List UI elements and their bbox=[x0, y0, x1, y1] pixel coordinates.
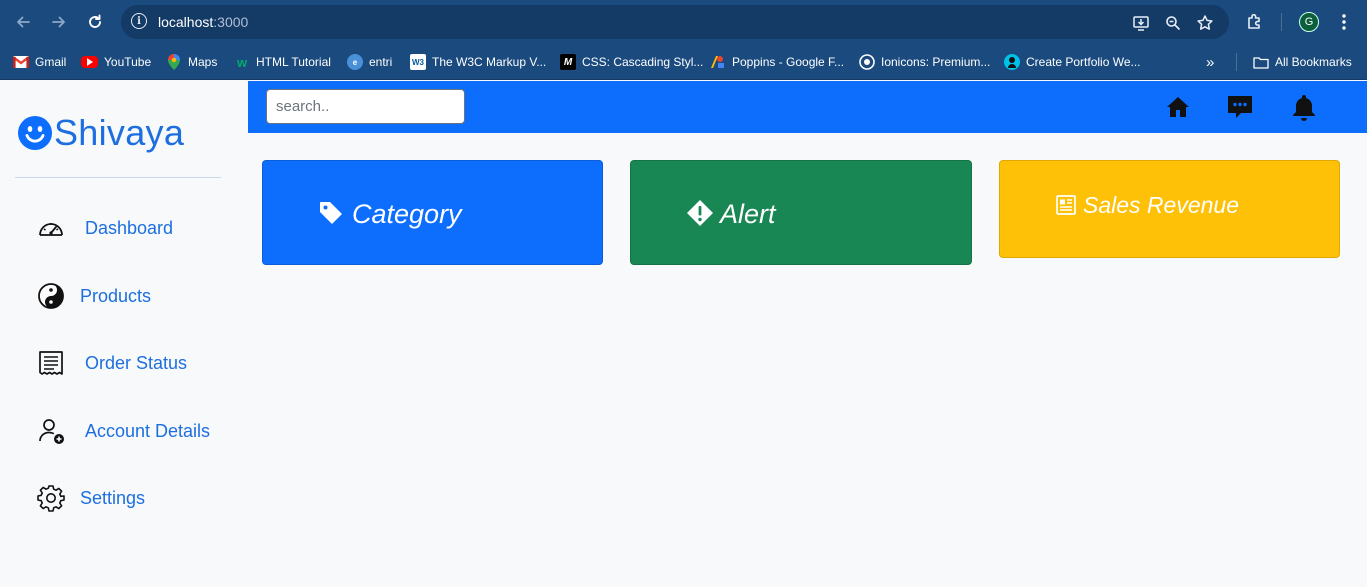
sidebar-item-dashboard[interactable]: Dashboard bbox=[36, 213, 173, 243]
back-button[interactable] bbox=[10, 9, 36, 35]
sidebar-label-dashboard: Dashboard bbox=[85, 217, 174, 238]
alert-diamond-icon bbox=[686, 199, 714, 227]
bookmark-maps[interactable]: Maps bbox=[166, 52, 217, 72]
sidebar-item-account-details[interactable]: Account Details bbox=[36, 416, 210, 446]
yin-yang-icon bbox=[38, 283, 64, 309]
address-url[interactable]: localhost:3000 bbox=[158, 14, 248, 30]
bell-icon[interactable] bbox=[1290, 93, 1318, 121]
google-fonts-icon bbox=[710, 54, 726, 70]
toolbar-separator bbox=[1281, 13, 1282, 31]
bookmark-ionicons[interactable]: Ionicons: Premium... bbox=[859, 52, 990, 72]
more-menu-icon[interactable] bbox=[1333, 11, 1355, 33]
sidebar-label-account-details: Account Details bbox=[85, 420, 211, 441]
sidebar-item-order-status[interactable]: Order Status bbox=[36, 348, 187, 378]
w3c-icon: W3 bbox=[410, 54, 426, 70]
bookmark-css-mdn[interactable]: M CSS: Cascading Styl... bbox=[560, 52, 703, 72]
smiley-icon bbox=[18, 116, 52, 150]
reload-icon bbox=[89, 14, 101, 28]
zoom-icon[interactable] bbox=[1162, 12, 1184, 34]
arrow-left-icon bbox=[17, 16, 30, 28]
ionicons-icon bbox=[859, 54, 875, 70]
card-alert-label: Alert bbox=[720, 199, 776, 229]
sidebar-label-order-status: Order Status bbox=[85, 352, 188, 373]
bookmarks-overflow-button[interactable]: » bbox=[1206, 52, 1214, 72]
sidebar-item-products[interactable]: Products bbox=[36, 281, 151, 311]
mdn-icon: M bbox=[560, 54, 576, 70]
w3schools-icon: w bbox=[236, 54, 248, 70]
extensions-icon[interactable] bbox=[1244, 11, 1266, 33]
bookmark-entri[interactable]: e entri bbox=[347, 52, 392, 72]
person-add-icon bbox=[39, 419, 64, 444]
site-info-icon[interactable]: i bbox=[131, 13, 147, 29]
card-category[interactable]: Category bbox=[262, 160, 603, 265]
receipt-icon bbox=[39, 351, 63, 375]
sidebar-label-products: Products bbox=[80, 285, 152, 306]
home-icon[interactable] bbox=[1164, 93, 1192, 121]
bookmark-poppins[interactable]: Poppins - Google F... bbox=[710, 52, 844, 72]
browser-toolbar: i localhost:3000 G bbox=[0, 0, 1367, 44]
reload-button[interactable] bbox=[82, 9, 108, 35]
bookmarks-separator bbox=[1236, 53, 1237, 71]
bookmarks-bar: Gmail YouTube Maps w HTML Tutorial e ent… bbox=[0, 44, 1367, 80]
card-category-label: Category bbox=[352, 199, 462, 229]
card-sales-revenue[interactable]: Sales Revenue bbox=[999, 160, 1340, 258]
forward-button[interactable] bbox=[46, 9, 72, 35]
sidebar-item-settings[interactable]: Settings bbox=[36, 483, 145, 513]
all-bookmarks-button[interactable]: All Bookmarks bbox=[1253, 52, 1352, 72]
tag-icon bbox=[318, 200, 344, 226]
bookmark-gmail[interactable]: Gmail bbox=[13, 52, 66, 72]
search-input[interactable] bbox=[266, 89, 465, 124]
bookmark-portfolio[interactable]: Create Portfolio We... bbox=[1004, 52, 1141, 72]
card-alert[interactable]: Alert bbox=[630, 160, 972, 265]
install-app-icon[interactable] bbox=[1130, 12, 1152, 34]
entri-icon: e bbox=[347, 54, 363, 70]
gmail-icon bbox=[13, 54, 29, 70]
bookmark-html-tutorial[interactable]: w HTML Tutorial bbox=[234, 52, 331, 72]
brand[interactable]: Shivaya bbox=[18, 111, 184, 155]
brand-name: Shivaya bbox=[54, 112, 185, 153]
maps-icon bbox=[166, 54, 182, 70]
portfolio-icon bbox=[1004, 54, 1020, 70]
newspaper-icon bbox=[1055, 194, 1077, 216]
arrow-right-icon bbox=[52, 16, 65, 28]
youtube-icon bbox=[81, 56, 98, 68]
brand-divider bbox=[15, 177, 221, 178]
gear-icon bbox=[37, 485, 65, 512]
chat-icon[interactable] bbox=[1226, 93, 1254, 121]
sidebar-label-settings: Settings bbox=[80, 487, 146, 508]
sidebar: Shivaya Dashboard Products Order Status bbox=[0, 81, 248, 587]
folder-icon bbox=[1253, 54, 1269, 70]
bookmark-youtube[interactable]: YouTube bbox=[81, 52, 151, 72]
speedometer-icon bbox=[39, 223, 63, 236]
topbar bbox=[248, 81, 1367, 133]
address-bar[interactable]: i localhost:3000 bbox=[121, 5, 1229, 39]
profile-avatar[interactable]: G bbox=[1299, 12, 1319, 32]
card-sales-revenue-label: Sales Revenue bbox=[1083, 191, 1239, 218]
bookmark-w3c[interactable]: W3 The W3C Markup V... bbox=[410, 52, 546, 72]
bookmark-star-icon[interactable] bbox=[1194, 12, 1216, 34]
